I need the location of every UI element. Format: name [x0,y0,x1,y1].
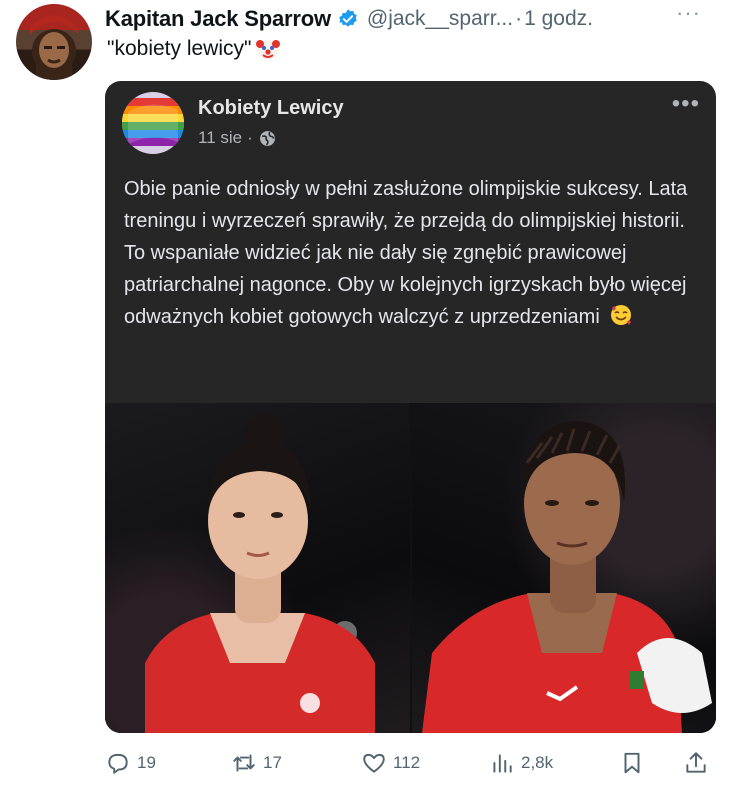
reply-button[interactable]: 19 [105,748,156,778]
meta-separator: · [247,128,253,147]
post-photos [105,403,716,733]
boxer-right-photo[interactable] [411,403,716,733]
smiling-face-with-hearts-icon [611,305,632,325]
post-body: Obie panie odniosły w pełni zasłużone ol… [124,173,704,333]
views-button[interactable]: 2,8k [489,748,553,778]
share-icon [686,752,706,773]
bookmark-icon [624,752,640,774]
post-date: 11 sie [198,128,243,147]
header-separator: · [515,7,523,30]
page-avatar [122,92,184,154]
author-handle[interactable]: @jack__sparr... [367,7,513,31]
heart-icon [363,753,385,773]
tweet-text: "kobiety lewicy" [107,36,281,62]
boxer-left-photo[interactable] [105,403,410,733]
post-body-text: Obie panie odniosły w pełni zasłużone ol… [124,178,688,328]
author-display-name[interactable]: Kapitan Jack Sparrow [105,6,331,32]
clown-face-icon [256,40,281,60]
repost-button[interactable]: 17 [231,748,282,778]
views-icon [493,754,512,773]
reply-count: 19 [137,753,156,772]
repost-count: 17 [263,753,282,772]
views-count: 2,8k [521,753,554,772]
author-avatar[interactable] [16,4,92,80]
tweet-header: Kapitan Jack Sparrow @jack__sparr... · 1… [105,6,593,32]
tweet-timestamp[interactable]: 1 godz. [524,7,593,31]
repost-icon [233,754,255,772]
more-options-icon[interactable]: ··· [676,2,701,24]
reply-icon [108,753,128,774]
like-button[interactable]: 112 [361,748,420,778]
bookmark-button[interactable] [619,748,645,778]
post-meta: 11 sie · [198,128,276,148]
tweet-text-content: "kobiety lewicy" [107,37,252,60]
tweet-action-bar: 19 17 112 2,8k [105,748,716,778]
verified-badge-icon [339,9,357,27]
globe-icon [259,130,275,146]
embedded-post-card[interactable]: Kobiety Lewicy 11 sie · ••• Obie panie o… [105,81,716,733]
share-button[interactable] [683,748,709,778]
post-more-icon: ••• [671,90,700,117]
page-name: Kobiety Lewicy [198,97,344,119]
like-count: 112 [393,753,421,772]
